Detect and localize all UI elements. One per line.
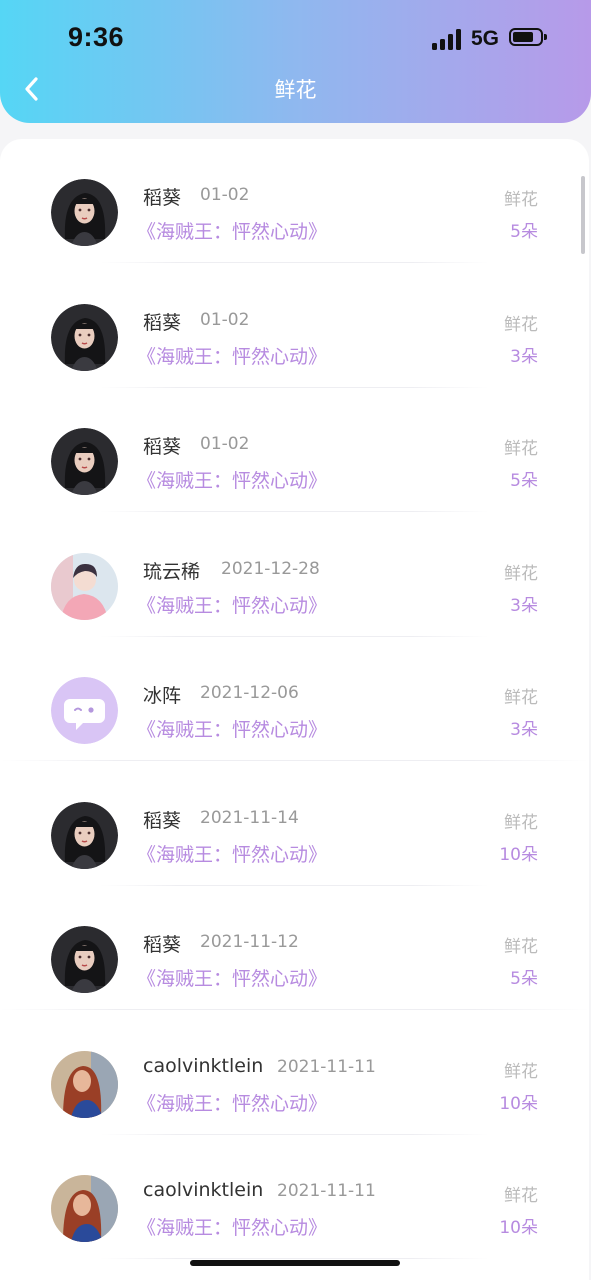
network-type-label: 5G [471,27,500,50]
scrollbar[interactable] [581,176,585,254]
book-title-link[interactable]: 《海贼王：怦然心动》 [137,591,327,618]
gift-date: 2021-12-06 [200,683,299,703]
gift-type-label: 鲜花 [504,812,538,833]
status-time: 9:36 [68,22,125,52]
avatar[interactable] [51,1050,118,1118]
gift-type-label: 鲜花 [504,937,538,957]
gift-date: 01-02 [200,309,250,330]
gift-count: 5朵 [510,222,538,242]
list-item[interactable]: 稻葵 2021-11-12 《海贼王：怦然心动》 鲜花 5朵 [0,886,589,1010]
list-item[interactable]: 冰阵 2021-12-06 《海贼王：怦然心动》 鲜花 3朵 [0,637,589,761]
list-item[interactable]: 稻葵 01-02 《海贼王：怦然心动》 鲜花 3朵 [0,264,589,388]
gift-count: 10朵 [499,844,538,865]
flowers-page: 9:36 5G 鲜花 稻葵 01-02 《海贼王：怦然心动》 鲜花 5朵 稻葵 01-02 《… [0,0,591,1280]
gift-type-label: 鲜花 [504,563,538,584]
avatar[interactable] [51,677,118,744]
gift-count: 5朵 [510,969,538,989]
row-divider [100,1258,489,1259]
gift-count: 3朵 [510,346,538,367]
gift-date: 2021-11-11 [277,1056,376,1077]
list-item[interactable]: 稻葵 01-02 《海贼王：怦然心动》 鲜花 5朵 [0,139,589,263]
gift-count: 3朵 [510,595,538,616]
gift-type-label: 鲜花 [504,1186,538,1206]
gift-type-label: 鲜花 [504,439,538,459]
user-name: 稻葵 [143,934,182,956]
user-name: 稻葵 [143,436,182,458]
battery-icon [509,28,547,46]
gift-record-list: 稻葵 01-02 《海贼王：怦然心动》 鲜花 5朵 稻葵 01-02 《海贼王：怦然心动》 鲜花… [0,139,589,1280]
home-indicator [190,1260,400,1266]
user-name: 稻葵 [143,311,182,334]
avatar[interactable] [51,179,118,246]
book-title-link[interactable]: 《海贼王：怦然心动》 [137,840,327,867]
user-name: 稻葵 [143,187,182,209]
user-name: 稻葵 [143,809,182,832]
avatar[interactable] [51,552,118,620]
book-title-link[interactable]: 《海贼王：怦然心动》 [137,1089,327,1116]
book-title-link[interactable]: 《海贼王：怦然心动》 [137,217,327,244]
list-item[interactable]: 琉云稀 2021-12-28 《海贼王：怦然心动》 鲜花 3朵 [0,513,589,637]
list-item[interactable]: caolvinktlein 2021-11-11 《海贼王：怦然心动》 鲜花 10朵 [0,1011,589,1135]
list-item[interactable]: caolvinktlein 2021-11-11 《海贼王：怦然心动》 鲜花 10朵 [0,1135,589,1259]
gift-count: 10朵 [499,1218,538,1238]
gift-type-label: 鲜花 [504,1061,538,1082]
book-title-link[interactable]: 《海贼王：怦然心动》 [137,466,327,493]
page-title: 鲜花 [274,78,317,102]
gift-type-label: 鲜花 [504,190,538,210]
cellular-signal-icon [432,28,464,50]
avatar[interactable] [51,801,118,869]
list-item[interactable]: 稻葵 01-02 《海贼王：怦然心动》 鲜花 5朵 [0,388,589,512]
gift-date: 01-02 [200,434,250,454]
gift-date: 2021-11-11 [277,1181,376,1201]
avatar[interactable] [51,428,118,495]
user-name: caolvinktlein [143,1179,264,1201]
book-title-link[interactable]: 《海贼王：怦然心动》 [137,715,327,742]
avatar[interactable] [51,1175,118,1242]
user-name: caolvinktlein [143,1054,264,1077]
gift-date: 2021-12-28 [221,558,320,579]
avatar[interactable] [51,926,118,993]
list-item[interactable]: 稻葵 2021-11-14 《海贼王：怦然心动》 鲜花 10朵 [0,762,589,886]
book-title-link[interactable]: 《海贼王：怦然心动》 [137,1213,327,1240]
user-name: 冰阵 [143,685,182,707]
gift-type-label: 鲜花 [504,314,538,335]
user-name: 琉云稀 [143,560,201,583]
book-title-link[interactable]: 《海贼王：怦然心动》 [137,964,327,991]
gift-date: 2021-11-12 [200,932,299,952]
gift-type-label: 鲜花 [504,688,538,708]
avatar[interactable] [51,303,118,371]
book-title-link[interactable]: 《海贼王：怦然心动》 [137,342,327,369]
header-bar: 9:36 5G 鲜花 [0,0,591,123]
gift-count: 3朵 [510,720,538,740]
gift-count: 5朵 [510,471,538,491]
gift-date: 2021-11-14 [200,807,299,828]
gift-count: 10朵 [499,1093,538,1114]
gift-date: 01-02 [200,185,250,205]
